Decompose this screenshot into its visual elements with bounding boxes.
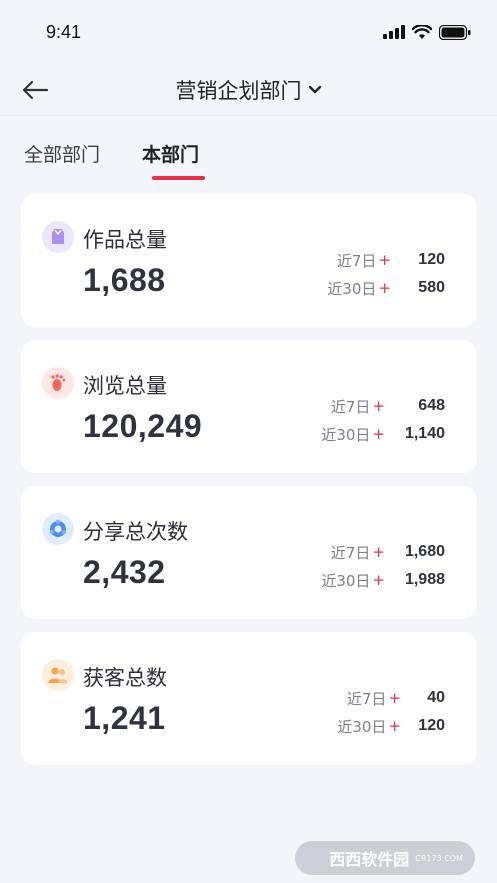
stats-cards: 作品总量 1,688 近7日 + 120 近30日 + 580 浏览总量 120,2…	[0, 182, 497, 765]
header: 营销企划部门	[0, 64, 497, 116]
tab-my-department[interactable]: 本部门	[142, 140, 206, 180]
stat-label: 近30日	[321, 571, 371, 590]
stat-plus: +	[378, 251, 391, 269]
stat-value: 1,988	[404, 571, 445, 588]
card-label: 作品总量	[83, 228, 167, 252]
status-icons	[383, 24, 471, 40]
stat-value: 120	[418, 717, 445, 734]
stat-row-7d: 近7日 + 648	[265, 392, 445, 420]
share-icon	[49, 519, 67, 537]
stat-value: 40	[427, 689, 445, 706]
card-total: 120,249	[83, 408, 203, 444]
stat-plus: +	[388, 717, 401, 735]
stat-plus: +	[378, 279, 391, 297]
stat-value: 120	[418, 251, 445, 268]
chevron-down-icon	[308, 85, 321, 93]
works-icon-wrap	[42, 221, 74, 253]
battery-icon	[439, 24, 471, 40]
stat-row-30d: 近30日 + 120	[265, 712, 445, 740]
watermark-text: 西西软件园	[329, 850, 410, 869]
wifi-icon	[412, 24, 432, 39]
stat-label: 近7日	[336, 251, 377, 270]
card-stats: 近7日 + 648 近30日 + 1,140	[265, 392, 445, 448]
tab-bar: 全部部门 本部门	[0, 116, 497, 182]
customers-card[interactable]: 获客总数 1,241 近7日 + 40 近30日 + 120	[21, 632, 477, 765]
stat-label: 近30日	[327, 279, 377, 298]
stat-row-7d: 近7日 + 40	[265, 684, 445, 712]
shares-card[interactable]: 分享总次数 2,432 近7日 + 1,680 近30日 + 1,988	[21, 486, 477, 619]
share-icon-wrap	[42, 513, 74, 545]
card-label: 获客总数	[83, 666, 167, 690]
stat-value: 580	[418, 279, 445, 296]
customers-icon	[48, 667, 68, 683]
watermark: 西西软件园 CR173.COM	[295, 841, 475, 875]
stat-value: 1,680	[404, 543, 445, 560]
card-total: 1,688	[83, 262, 166, 298]
card-total: 1,241	[83, 700, 166, 736]
stat-label: 近7日	[330, 543, 371, 562]
signal-icon	[383, 25, 405, 39]
stat-row-7d: 近7日 + 120	[265, 246, 445, 274]
stat-label: 近7日	[330, 397, 371, 416]
stat-plus: +	[372, 543, 385, 561]
customers-icon-wrap	[42, 659, 74, 691]
stat-label: 近30日	[321, 425, 371, 444]
works-card[interactable]: 作品总量 1,688 近7日 + 120 近30日 + 580	[21, 194, 477, 327]
card-label: 分享总次数	[83, 520, 188, 544]
footprint-icon	[51, 374, 66, 391]
arrow-left-icon	[22, 80, 49, 100]
tab-all-departments[interactable]: 全部部门	[24, 140, 100, 180]
card-stats: 近7日 + 40 近30日 + 120	[265, 684, 445, 740]
stat-plus: +	[372, 397, 385, 415]
works-icon	[52, 229, 64, 244]
back-button[interactable]	[20, 75, 50, 105]
stat-row-30d: 近30日 + 580	[265, 274, 445, 302]
stat-row-30d: 近30日 + 1,140	[265, 420, 445, 448]
watermark-sub: CR173.COM	[415, 853, 463, 863]
card-total: 2,432	[83, 554, 166, 590]
views-card[interactable]: 浏览总量 120,249 近7日 + 648 近30日 + 1,140	[21, 340, 477, 473]
footprint-icon-wrap	[42, 367, 74, 399]
stat-label: 近7日	[346, 689, 387, 708]
card-stats: 近7日 + 1,680 近30日 + 1,988	[265, 538, 445, 594]
stat-label: 近30日	[337, 717, 387, 736]
card-label: 浏览总量	[83, 374, 167, 398]
stat-plus: +	[372, 425, 385, 443]
stat-value: 648	[418, 397, 445, 414]
page-title: 营销企划部门	[175, 78, 302, 103]
stat-plus: +	[372, 571, 385, 589]
department-selector[interactable]: 营销企划部门	[176, 75, 322, 105]
status-bar: 9:41	[0, 0, 497, 64]
status-time: 9:41	[46, 21, 82, 42]
stat-plus: +	[388, 689, 401, 707]
stat-row-7d: 近7日 + 1,680	[265, 538, 445, 566]
card-stats: 近7日 + 120 近30日 + 580	[265, 246, 445, 302]
stat-row-30d: 近30日 + 1,988	[265, 566, 445, 594]
stat-value: 1,140	[404, 425, 445, 442]
